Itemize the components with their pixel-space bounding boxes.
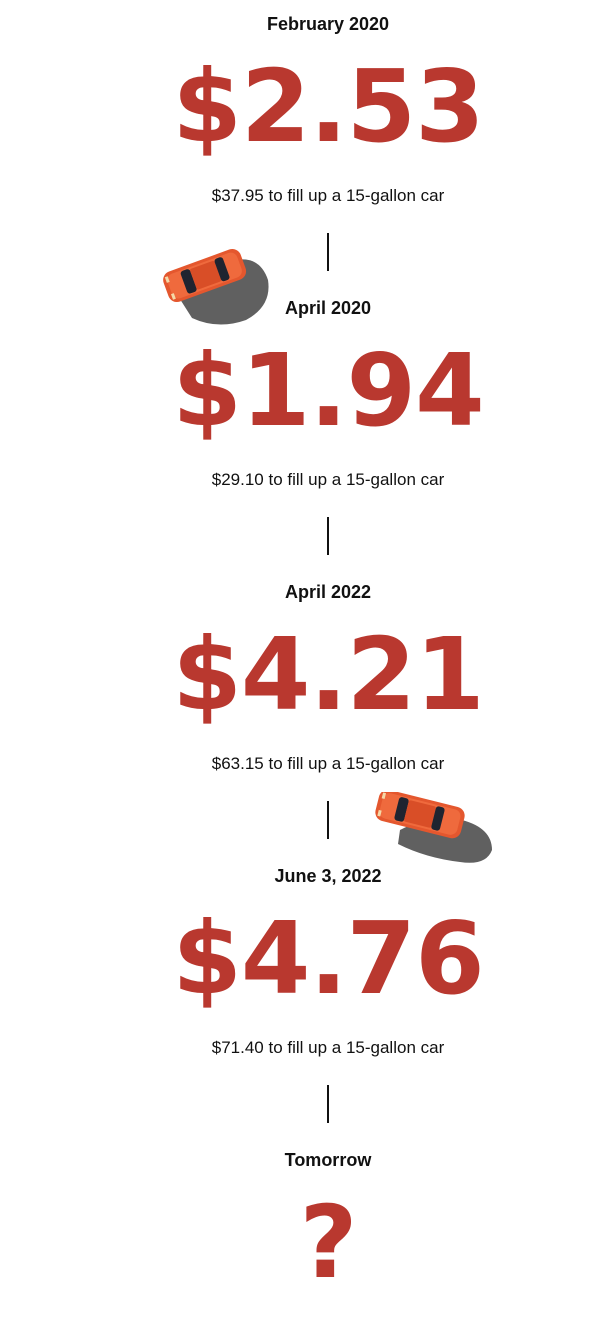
entry-fill-jun-2022: $71.40 to fill up a 15-gallon car [211,1038,445,1057]
entry-date-tomorrow: Tomorrow [284,1150,372,1170]
entry-price-tomorrow: ? [299,1184,357,1301]
timeline-connector [327,801,329,839]
entry-price-feb-2020: $2.53 [172,48,484,165]
entry-price-apr-2022: $4.21 [172,616,484,733]
car-icon [375,792,492,863]
entry-price-apr-2020: $1.94 [172,332,484,449]
entry-date-apr-2020: April 2020 [284,298,372,318]
entry-fill-apr-2022: $63.15 to fill up a 15-gallon car [211,754,445,773]
entry-date-jun-2022: June 3, 2022 [274,866,382,886]
entry-date-apr-2022: April 2022 [284,582,372,602]
timeline-connector [327,517,329,555]
entry-fill-feb-2020: $37.95 to fill up a 15-gallon car [211,186,445,205]
timeline-connector [327,1085,329,1123]
timeline-connector [327,233,329,271]
entry-date-feb-2020: February 2020 [266,14,390,34]
entry-price-jun-2022: $4.76 [172,900,484,1017]
entry-fill-apr-2020: $29.10 to fill up a 15-gallon car [211,470,445,489]
